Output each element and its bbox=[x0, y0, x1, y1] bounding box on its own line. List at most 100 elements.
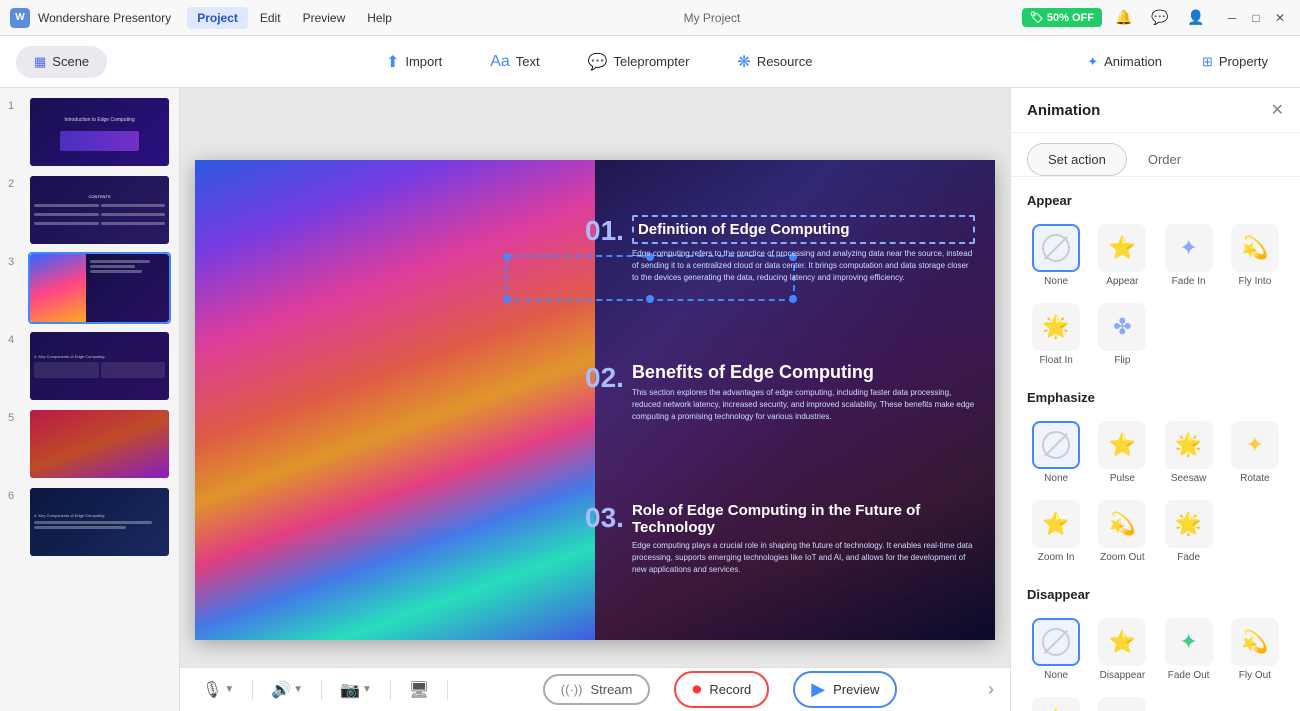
menu-preview[interactable]: Preview bbox=[293, 7, 356, 29]
preview-button[interactable]: ▶ Preview bbox=[793, 671, 897, 708]
property-button[interactable]: ⊞ Property bbox=[1186, 46, 1284, 78]
slide-thumb-6[interactable]: 4. Key Components of Edge Computing bbox=[28, 486, 171, 558]
appear-flyinto-icon: 💫 bbox=[1241, 235, 1268, 261]
appear-floatin-item[interactable]: 🌟 Float In bbox=[1027, 299, 1085, 370]
notification-icon[interactable]: 🔔 bbox=[1110, 4, 1138, 32]
window-title: My Project bbox=[410, 11, 1014, 25]
slide-item-6[interactable]: 6 4. Key Components of Edge Computing bbox=[8, 486, 171, 558]
app-name: Wondershare Presentory bbox=[38, 11, 171, 25]
dis-disappear-icon-box[interactable]: ⭐ bbox=[1098, 618, 1146, 666]
dis-none-icon-box[interactable] bbox=[1032, 618, 1080, 666]
section-title-1[interactable]: Definition of Edge Computing bbox=[632, 215, 975, 244]
dis-disappear-icon: ⭐ bbox=[1109, 629, 1136, 655]
slide-thumb-4[interactable]: 4. Key Components of Edge Computing bbox=[28, 330, 171, 402]
emph-fade-icon-box[interactable]: 🌟 bbox=[1165, 500, 1213, 548]
tab-set-action[interactable]: Set action bbox=[1027, 143, 1127, 176]
emph-rotate-icon-box[interactable]: ✦ bbox=[1231, 421, 1279, 469]
emph-seesaw-icon-box[interactable]: 🌟 bbox=[1165, 421, 1213, 469]
emph-none-icon-box[interactable] bbox=[1032, 421, 1080, 469]
message-icon[interactable]: 💬 bbox=[1146, 4, 1174, 32]
volume-tool[interactable]: 🔊 ▼ bbox=[265, 676, 309, 704]
scene-button[interactable]: ▦ Scene bbox=[16, 46, 107, 78]
dis-flip-icon-box[interactable]: ✤ bbox=[1098, 697, 1146, 711]
emph-fade-label: Fade bbox=[1177, 552, 1200, 563]
screen-tool[interactable]: 🖥 bbox=[403, 676, 435, 704]
dis-disappear-label: Disappear bbox=[1100, 670, 1146, 681]
appear-floatin-icon: 🌟 bbox=[1042, 314, 1069, 340]
teleprompter-button[interactable]: 💬 Teleprompter bbox=[564, 44, 714, 80]
camera-tool[interactable]: 📷 ▼ bbox=[334, 676, 378, 704]
appear-flip-icon-box[interactable]: ✤ bbox=[1098, 303, 1146, 351]
dis-fadeout-item[interactable]: ✦ Fade Out bbox=[1160, 614, 1218, 685]
text-button[interactable]: Aa Text bbox=[466, 44, 563, 80]
menu-edit[interactable]: Edit bbox=[250, 7, 291, 29]
appear-appear-item[interactable]: ⭐ Appear bbox=[1093, 220, 1151, 291]
canvas-container[interactable]: 01. Definition of Edge Computing Edge co… bbox=[195, 160, 995, 640]
emph-zoomout-item[interactable]: 💫 Zoom Out bbox=[1093, 496, 1151, 567]
section-title-2[interactable]: Benefits of Edge Computing bbox=[632, 362, 975, 383]
tab-order[interactable]: Order bbox=[1127, 143, 1202, 176]
dis-flyout-item[interactable]: 💫 Fly Out bbox=[1226, 614, 1284, 685]
title-bar-right: 🏷 50% OFF 🔔 💬 👤 ─ □ ✕ bbox=[1022, 4, 1290, 32]
dis-disappear-item[interactable]: ⭐ Disappear bbox=[1093, 614, 1151, 685]
emph-pulse-icon-box[interactable]: ⭐ bbox=[1098, 421, 1146, 469]
slide-item-1[interactable]: 1 Introduction to Edge Computing bbox=[8, 96, 171, 168]
appear-flip-item[interactable]: ✤ Flip bbox=[1093, 299, 1151, 370]
appear-appear-icon-box[interactable]: ⭐ bbox=[1098, 224, 1146, 272]
emph-rotate-item[interactable]: ✦ Rotate bbox=[1226, 417, 1284, 488]
slide-thumb-1[interactable]: Introduction to Edge Computing bbox=[28, 96, 171, 168]
bottom-bar: 🎙 ▼ 🔊 ▼ 📷 ▼ 🖥 ((·)) Stream bbox=[180, 667, 1010, 711]
dis-floatout-icon-box[interactable]: 🌟 bbox=[1032, 697, 1080, 711]
slide-item-5[interactable]: 5 bbox=[8, 408, 171, 480]
property-icon: ⊞ bbox=[1202, 54, 1213, 70]
stream-button[interactable]: ((·)) Stream bbox=[543, 674, 651, 705]
screen-icon: 🖥 bbox=[409, 680, 429, 700]
section-title-3[interactable]: Role of Edge Computing in the Future of … bbox=[632, 502, 975, 536]
slide-thumb-3[interactable] bbox=[28, 252, 171, 324]
slide-thumb-2[interactable]: CONTENTS bbox=[28, 174, 171, 246]
microphone-tool[interactable]: 🎙 ▼ bbox=[196, 676, 240, 704]
emph-zoomin-icon-box[interactable]: ⭐ bbox=[1032, 500, 1080, 548]
panel-body: Appear None ⭐ Appear bbox=[1011, 177, 1300, 711]
next-arrow-icon[interactable]: › bbox=[988, 679, 994, 700]
appear-flyinto-item[interactable]: 💫 Fly Into bbox=[1226, 220, 1284, 291]
menu-project[interactable]: Project bbox=[187, 7, 248, 29]
emph-zoomin-item[interactable]: ⭐ Zoom In bbox=[1027, 496, 1085, 567]
appear-fadein-icon-box[interactable]: ✦ bbox=[1165, 224, 1213, 272]
slide-item-4[interactable]: 4 4. Key Components of Edge Computing bbox=[8, 330, 171, 402]
dis-flyout-icon-box[interactable]: 💫 bbox=[1231, 618, 1279, 666]
panel-close-button[interactable]: ✕ bbox=[1271, 100, 1284, 120]
dis-floatout-item[interactable]: 🌟 Float Out bbox=[1027, 693, 1085, 711]
emph-none-label: None bbox=[1044, 473, 1068, 484]
slide-number-3: 3 bbox=[8, 252, 22, 268]
record-button[interactable]: ⏺ Record bbox=[674, 671, 769, 708]
user-icon[interactable]: 👤 bbox=[1182, 4, 1210, 32]
emphasize-grid: None ⭐ Pulse 🌟 Seesaw ✦ bbox=[1027, 417, 1284, 567]
menu-help[interactable]: Help bbox=[357, 7, 402, 29]
emph-seesaw-item[interactable]: 🌟 Seesaw bbox=[1160, 417, 1218, 488]
discount-badge[interactable]: 🏷 50% OFF bbox=[1022, 8, 1102, 27]
close-button[interactable]: ✕ bbox=[1270, 8, 1290, 28]
appear-flyinto-icon-box[interactable]: 💫 bbox=[1231, 224, 1279, 272]
dis-fadeout-icon-box[interactable]: ✦ bbox=[1165, 618, 1213, 666]
import-button[interactable]: ⬆ Import bbox=[362, 44, 466, 80]
animation-button[interactable]: ✦ Animation bbox=[1071, 46, 1178, 78]
resource-label: Resource bbox=[757, 54, 813, 69]
slide-thumb-5[interactable] bbox=[28, 408, 171, 480]
slide-item-3[interactable]: 3 bbox=[8, 252, 171, 324]
minimize-button[interactable]: ─ bbox=[1222, 8, 1242, 28]
dis-none-item[interactable]: None bbox=[1027, 614, 1085, 685]
microphone-icon: 🎙 bbox=[202, 680, 222, 700]
dis-flip-item[interactable]: ✤ Flip bbox=[1093, 693, 1151, 711]
slide-item-2[interactable]: 2 CONTENTS bbox=[8, 174, 171, 246]
maximize-button[interactable]: □ bbox=[1246, 8, 1266, 28]
emph-none-item[interactable]: None bbox=[1027, 417, 1085, 488]
emph-fade-item[interactable]: 🌟 Fade bbox=[1160, 496, 1218, 567]
resource-button[interactable]: ❋ Resource bbox=[713, 44, 836, 80]
emph-pulse-item[interactable]: ⭐ Pulse bbox=[1093, 417, 1151, 488]
appear-floatin-icon-box[interactable]: 🌟 bbox=[1032, 303, 1080, 351]
appear-none-item[interactable]: None bbox=[1027, 220, 1085, 291]
appear-fadein-item[interactable]: ✦ Fade In bbox=[1160, 220, 1218, 291]
appear-none-icon-box[interactable] bbox=[1032, 224, 1080, 272]
emph-zoomout-icon-box[interactable]: 💫 bbox=[1098, 500, 1146, 548]
